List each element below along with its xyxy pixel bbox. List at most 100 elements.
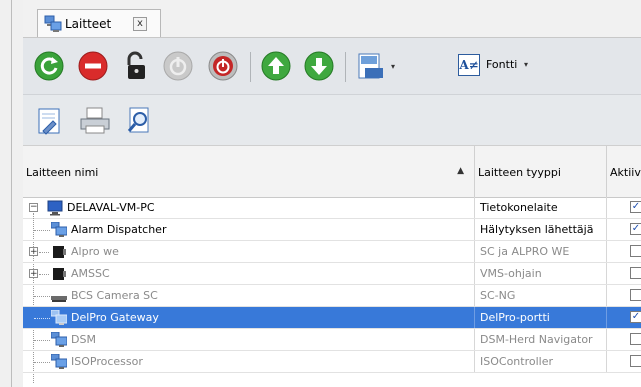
column-header-name-label: Laitteen nimi: [26, 166, 99, 179]
column-header-type-label: Laitteen tyyppi: [478, 166, 561, 179]
stop-icon[interactable]: [78, 51, 108, 81]
type-cell: Hälytyksen lähettäjä: [475, 219, 607, 240]
left-splitter[interactable]: [11, 0, 12, 387]
device-name: Alarm Dispatcher: [71, 223, 167, 236]
device-name: DELAVAL-VM-PC: [67, 201, 155, 214]
active-checkbox[interactable]: [630, 267, 641, 279]
type-cell: DelPro-portti: [475, 307, 607, 328]
device-icon: [51, 222, 67, 237]
move-up-icon[interactable]: [261, 51, 291, 81]
expand-toggle[interactable]: +: [29, 269, 38, 279]
font-icon: A≠: [458, 54, 480, 76]
tree-branch: [39, 274, 49, 276]
tab-strip: Laitteet x: [23, 0, 641, 38]
tab-close-button[interactable]: x: [133, 17, 147, 31]
print-icon[interactable]: [78, 105, 112, 135]
computer-icon: [47, 200, 63, 216]
name-cell: + Alpro we: [23, 241, 475, 262]
font-button[interactable]: A≠ Fontti ▾: [458, 53, 544, 81]
table-row[interactable]: + AMSSC VMS-ohjain: [23, 263, 641, 285]
main-toolbar: ▾ A≠ Fontti ▾: [23, 38, 641, 95]
tab-laitteet[interactable]: Laitteet x: [37, 9, 161, 37]
device-type: Hälytyksen lähettäjä: [480, 223, 594, 236]
secondary-toolbar: [23, 95, 641, 146]
name-cell: + AMSSC: [23, 263, 475, 284]
device-type: DSM-Herd Navigator: [480, 333, 593, 346]
tree-branch: [34, 362, 50, 364]
active-checkbox[interactable]: [630, 355, 641, 367]
column-header-active[interactable]: Aktiiv: [607, 146, 641, 197]
column-header-active-label: Aktiiv: [610, 166, 641, 179]
name-cell: − DELAVAL-VM-PC: [23, 197, 475, 218]
power-disabled-icon[interactable]: [163, 51, 193, 81]
column-header-type[interactable]: Laitteen tyyppi: [475, 146, 607, 197]
type-cell: SC ja ALPRO WE: [475, 241, 607, 262]
active-cell: [607, 351, 641, 372]
table-row[interactable]: DSM DSM-Herd Navigator: [23, 329, 641, 351]
controller-icon: [53, 268, 66, 280]
export-dropdown-arrow[interactable]: ▾: [391, 62, 395, 71]
active-checkbox[interactable]: ✓: [630, 201, 641, 213]
active-cell: [607, 263, 641, 284]
controller-icon: [53, 246, 66, 258]
table-row[interactable]: + Alpro we SC ja ALPRO WE: [23, 241, 641, 263]
print-preview-icon[interactable]: [125, 105, 155, 135]
device-name: DelPro Gateway: [71, 311, 159, 324]
properties-icon[interactable]: [35, 105, 65, 135]
export-icon[interactable]: [357, 52, 385, 80]
active-cell: ✓: [607, 219, 641, 240]
tree-branch: [34, 230, 50, 232]
column-header-name[interactable]: Laitteen nimi ▲: [23, 146, 475, 197]
devices-icon: [44, 15, 62, 32]
tab-label: Laitteet: [65, 17, 112, 31]
font-label: Fontti: [486, 58, 518, 71]
toolbar-separator: [250, 52, 251, 82]
name-cell: DelPro Gateway: [23, 307, 475, 328]
table-row[interactable]: Alarm Dispatcher Hälytyksen lähettäjä ✓: [23, 219, 641, 241]
table-row[interactable]: BCS Camera SC SC-NG: [23, 285, 641, 307]
active-cell: [607, 241, 641, 262]
name-cell: ISOProcessor: [23, 351, 475, 372]
type-cell: DSM-Herd Navigator: [475, 329, 607, 350]
device-name: BCS Camera SC: [71, 289, 158, 302]
device-type: ISOController: [480, 355, 553, 368]
table-row-selected[interactable]: DelPro Gateway DelPro-portti ✓: [23, 307, 641, 329]
type-cell: VMS-ohjain: [475, 263, 607, 284]
tree-branch: [34, 318, 50, 320]
name-cell: Alarm Dispatcher: [23, 219, 475, 240]
active-checkbox[interactable]: [630, 245, 641, 257]
table-row[interactable]: ISOProcessor ISOController: [23, 351, 641, 373]
device-type: SC ja ALPRO WE: [480, 245, 570, 258]
grid-header: Laitteen nimi ▲ Laitteen tyyppi Aktiiv: [23, 146, 641, 198]
device-icon: [51, 354, 67, 369]
unlock-icon[interactable]: [123, 51, 149, 81]
type-cell: SC-NG: [475, 285, 607, 306]
active-cell: [607, 285, 641, 306]
name-cell: DSM: [23, 329, 475, 350]
active-checkbox[interactable]: [630, 333, 641, 345]
camera-icon: [51, 296, 67, 302]
refresh-icon[interactable]: [34, 51, 64, 81]
active-checkbox[interactable]: ✓: [630, 223, 641, 235]
device-type: DelPro-portti: [480, 311, 550, 324]
active-checkbox[interactable]: ✓: [630, 311, 641, 323]
type-cell: ISOController: [475, 351, 607, 372]
devices-grid: Laitteen nimi ▲ Laitteen tyyppi Aktiiv −…: [23, 146, 641, 387]
device-name: AMSSC: [71, 267, 110, 280]
name-cell: BCS Camera SC: [23, 285, 475, 306]
device-icon: [51, 332, 67, 347]
power-icon[interactable]: [208, 51, 238, 81]
move-down-icon[interactable]: [304, 51, 334, 81]
sort-ascending-icon: ▲: [457, 166, 464, 176]
device-name: DSM: [71, 333, 96, 346]
table-row[interactable]: − DELAVAL-VM-PC Tietokonelaite ✓: [23, 197, 641, 219]
active-cell: ✓: [607, 307, 641, 328]
collapse-toggle[interactable]: −: [29, 203, 38, 212]
toolbar-separator: [345, 52, 346, 82]
font-dropdown-arrow: ▾: [524, 60, 529, 69]
device-type: Tietokonelaite: [480, 201, 558, 214]
active-cell: ✓: [607, 197, 641, 218]
active-checkbox[interactable]: [630, 289, 641, 301]
tree-branch: [39, 252, 49, 254]
expand-toggle[interactable]: +: [29, 247, 38, 257]
